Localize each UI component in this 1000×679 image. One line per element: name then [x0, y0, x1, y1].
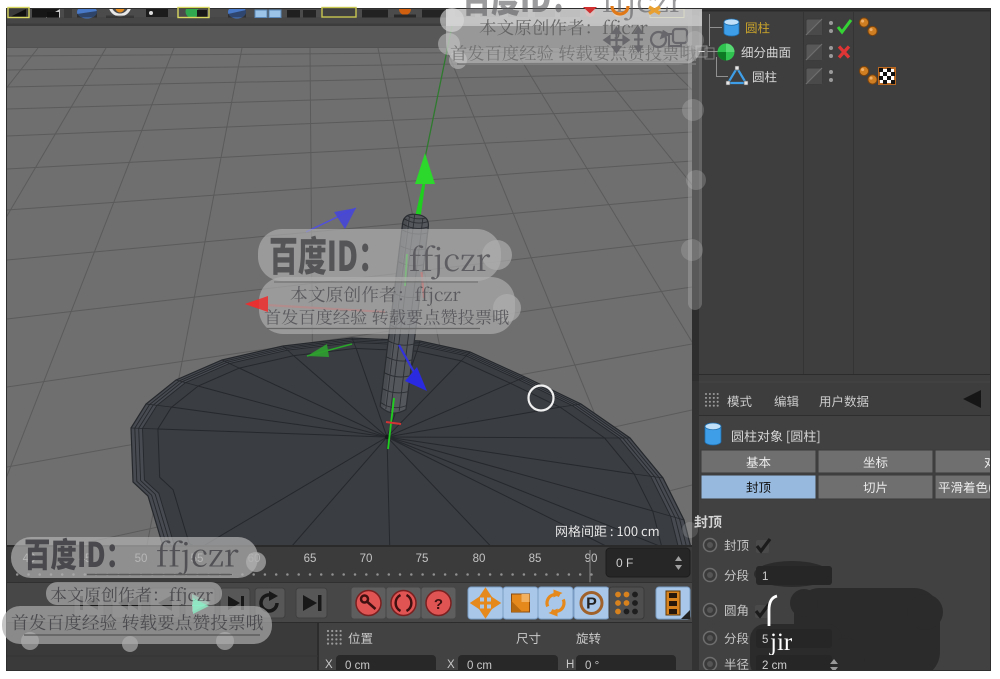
- svg-text:85: 85: [529, 553, 542, 565]
- svg-text:H: H: [566, 659, 574, 671]
- svg-text:1: 1: [762, 571, 768, 583]
- svg-text:70: 70: [360, 553, 373, 565]
- svg-text:90: 90: [585, 553, 598, 565]
- svg-text:?: ?: [434, 596, 443, 613]
- svg-text:75: 75: [416, 553, 429, 565]
- svg-text:0 F: 0 F: [616, 556, 633, 570]
- svg-text:jir: jir: [769, 629, 793, 656]
- svg-text:P: P: [586, 596, 597, 613]
- svg-text:65: 65: [304, 553, 317, 565]
- svg-text:X: X: [325, 659, 333, 671]
- svg-text:80: 80: [473, 553, 486, 565]
- svg-text:5: 5: [762, 634, 768, 646]
- svg-text:X: X: [447, 659, 455, 671]
